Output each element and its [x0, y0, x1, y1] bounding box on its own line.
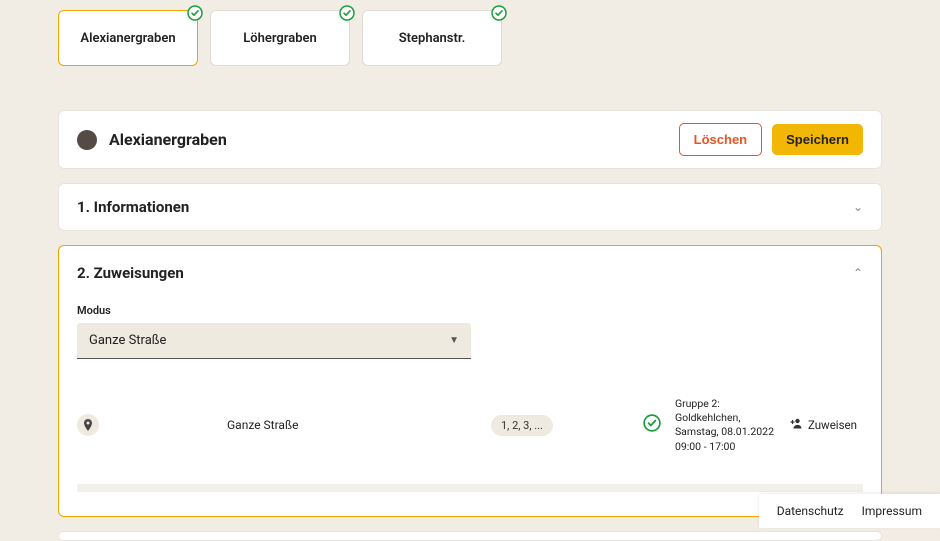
section-title: 1. Informationen [77, 198, 853, 216]
assignment-details: Gruppe 2: Goldkehlchen, Samstag, 08.01.2… [675, 397, 783, 454]
location-pin-icon [77, 414, 99, 436]
chevron-up-icon: ⌃ [853, 266, 863, 280]
mode-select[interactable]: Ganze Straße ▼ [77, 323, 471, 359]
check-icon [491, 5, 507, 21]
progress-bar [77, 484, 863, 492]
tab-label: Alexianergraben [80, 31, 175, 46]
assignment-row: Ganze Straße 1, 2, 3, ... Gruppe 2: Gold… [77, 397, 863, 454]
person-add-icon [789, 418, 803, 432]
street-tabs: Alexianergraben Löhergraben Stephanstr. [58, 10, 882, 66]
imprint-link[interactable]: Impressum [862, 504, 922, 518]
row-label: Ganze Straße [227, 418, 427, 432]
header-panel: Alexianergraben Löschen Speichern [58, 110, 882, 169]
assign-button[interactable]: Zuweisen [789, 418, 857, 432]
next-section-peek [58, 531, 882, 541]
tab-alexianergraben[interactable]: Alexianergraben [58, 10, 198, 66]
footer: Datenschutz Impressum [759, 494, 940, 528]
mode-value: Ganze Straße [89, 333, 166, 348]
section-zuweisungen: 2. Zuweisungen ⌃ Modus Ganze Straße ▼ Ga… [58, 245, 882, 517]
section-header[interactable]: 2. Zuweisungen ⌃ [77, 264, 863, 282]
tab-stephanstr[interactable]: Stephanstr. [362, 10, 502, 66]
section-title: 2. Zuweisungen [77, 264, 853, 282]
privacy-link[interactable]: Datenschutz [777, 504, 844, 518]
mode-label: Modus [77, 304, 863, 317]
numbers-chip: 1, 2, 3, ... [491, 415, 553, 436]
save-button[interactable]: Speichern [772, 124, 863, 155]
tab-loehergraben[interactable]: Löhergraben [210, 10, 350, 66]
avatar [77, 130, 97, 150]
check-icon [187, 5, 203, 21]
check-icon [643, 414, 661, 436]
check-icon [339, 5, 355, 21]
chevron-down-icon: ⌄ [853, 200, 863, 214]
delete-button[interactable]: Löschen [679, 123, 762, 156]
dropdown-arrow-icon: ▼ [449, 335, 459, 346]
tab-label: Stephanstr. [399, 31, 466, 46]
assign-label: Zuweisen [808, 418, 857, 432]
tab-label: Löhergraben [243, 31, 317, 46]
section-informationen[interactable]: 1. Informationen ⌄ [58, 183, 882, 231]
page-title: Alexianergraben [109, 130, 679, 149]
